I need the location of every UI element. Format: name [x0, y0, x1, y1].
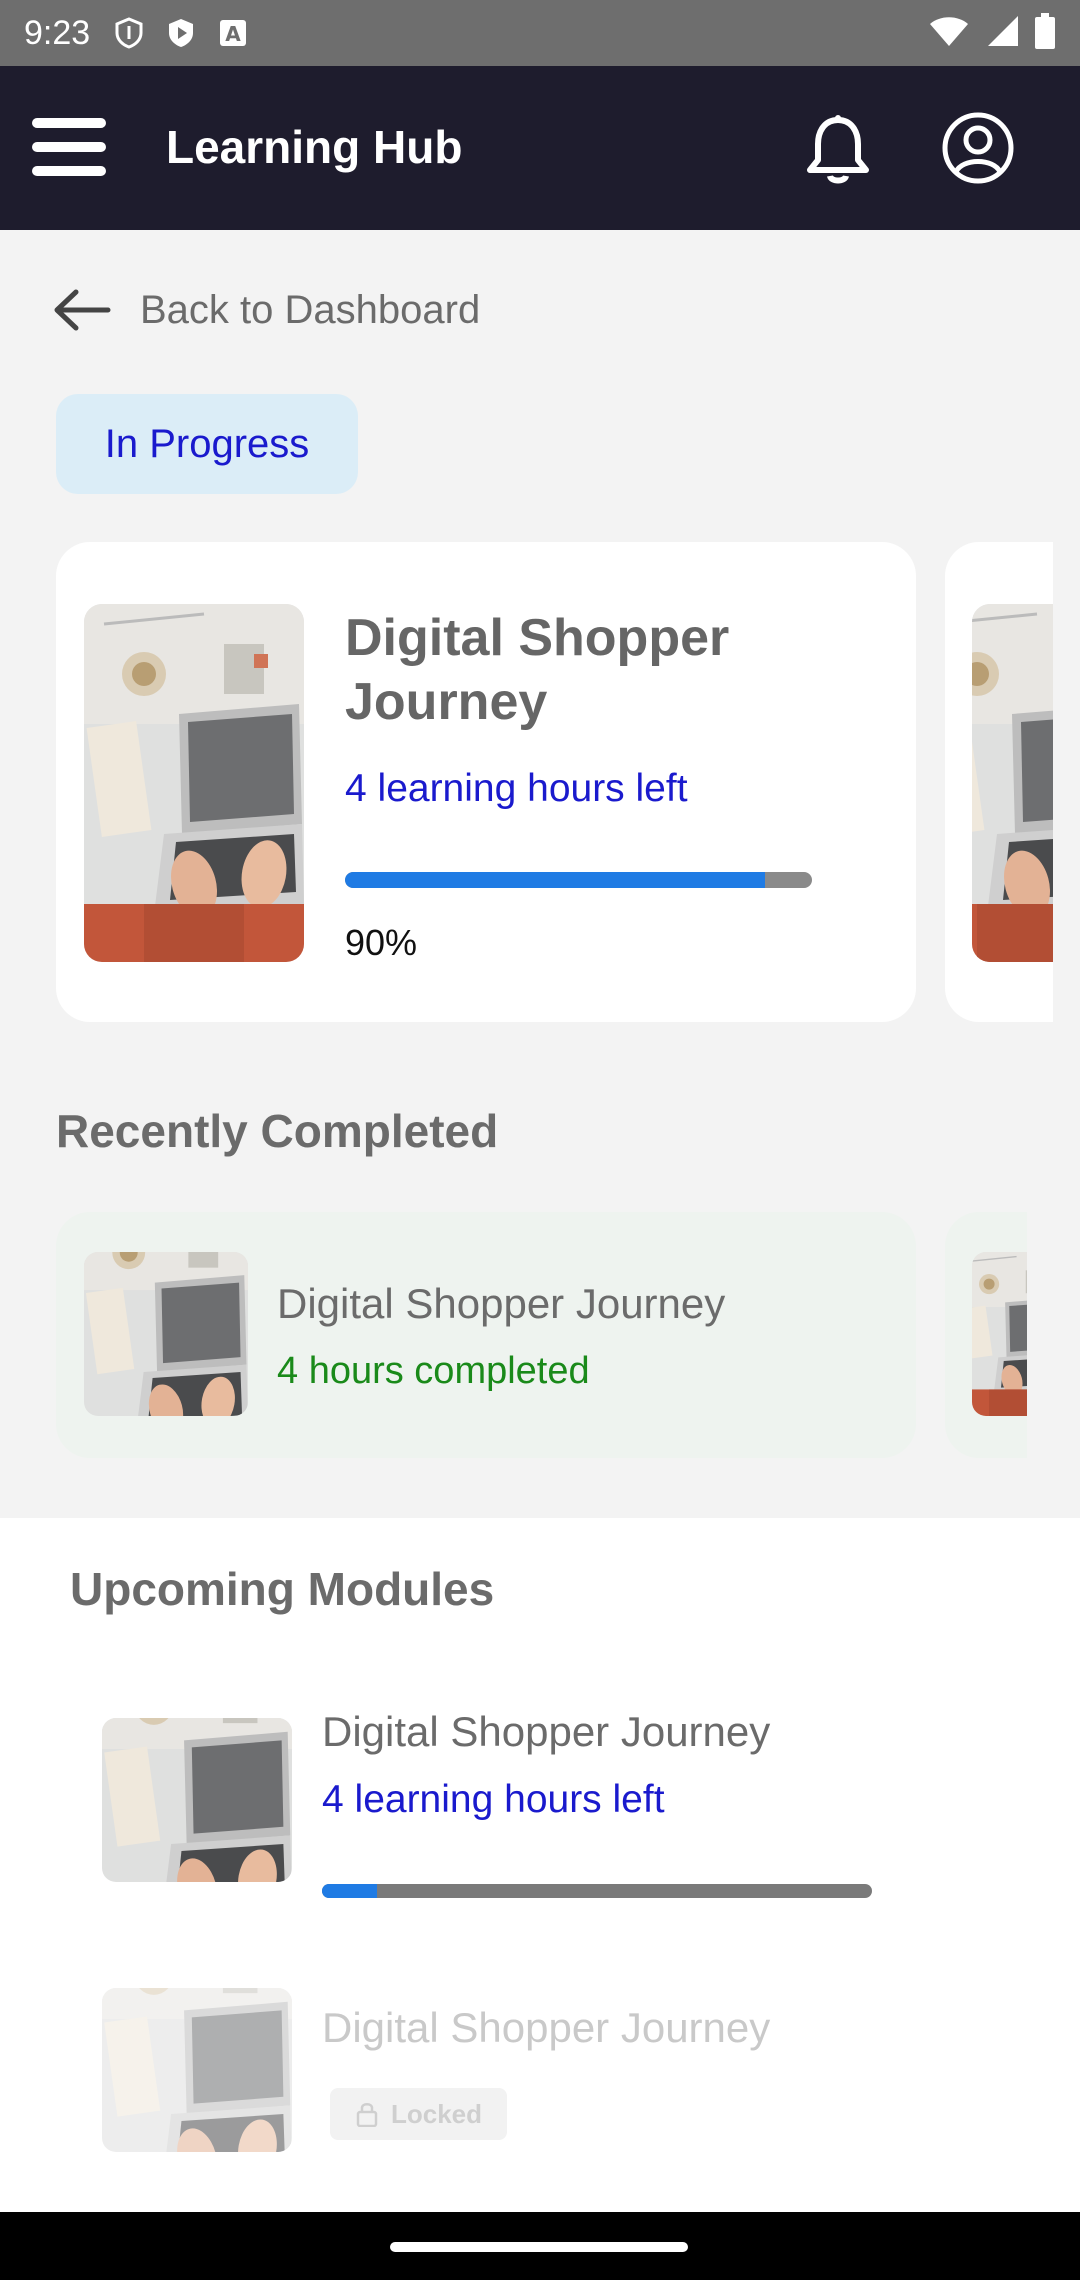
battery-icon — [1034, 12, 1056, 54]
back-to-dashboard-link[interactable]: Back to Dashboard — [52, 280, 480, 340]
hours-left: 4 learning hours left — [345, 767, 688, 810]
next-course-card-peek[interactable] — [945, 542, 1053, 1022]
navigation-bar — [0, 2212, 1080, 2280]
play-shield-icon — [164, 16, 198, 50]
next-completed-card-peek[interactable] — [945, 1212, 1027, 1458]
shield-icon — [112, 16, 146, 50]
module-progress-bar — [322, 1884, 872, 1898]
in-progress-chip[interactable]: In Progress — [56, 394, 358, 494]
profile-icon[interactable] — [940, 110, 1016, 186]
signal-icon — [984, 14, 1020, 53]
keyboard-a-icon: A — [216, 16, 250, 50]
course-thumbnail — [84, 1252, 248, 1416]
upcoming-modules-title: Upcoming Modules — [70, 1563, 495, 1615]
hours-completed: 4 hours completed — [277, 1350, 590, 1392]
home-gesture-bar[interactable] — [390, 2242, 688, 2252]
upcoming-modules-section: Upcoming Modules Digital Shopper Journey… — [0, 1518, 1080, 2212]
course-title: Digital Shopper Journey — [277, 1280, 726, 1327]
back-link-label: Back to Dashboard — [140, 287, 481, 332]
menu-icon[interactable] — [32, 118, 106, 176]
course-title: Digital Shopper Journey — [345, 609, 730, 731]
module-title: Digital Shopper Journey — [322, 1708, 771, 1755]
svg-text:A: A — [225, 22, 241, 46]
progress-percent: 90% — [345, 922, 418, 963]
status-bar: 9:23 A — [0, 0, 1080, 66]
locked-badge: Locked — [330, 2088, 507, 2140]
status-time: 9:23 — [24, 13, 91, 52]
module-thumbnail — [102, 1988, 292, 2152]
in-progress-course-card[interactable]: Digital Shopper Journey 4 learning hours… — [56, 542, 916, 1022]
wifi-icon — [928, 14, 970, 53]
back-arrow-icon — [52, 288, 112, 332]
module-hours-left: 4 learning hours left — [322, 1778, 665, 1821]
app-title: Learning Hub — [166, 121, 463, 173]
locked-label: Locked — [390, 2098, 483, 2129]
module-progress-fill — [322, 1884, 377, 1898]
progress-bar-fill — [345, 872, 766, 888]
course-thumbnail — [972, 604, 1053, 962]
progress-bar — [345, 872, 812, 888]
bell-icon[interactable] — [800, 112, 876, 188]
module-title: Digital Shopper Journey — [322, 2004, 771, 2051]
course-thumbnail — [84, 604, 304, 962]
course-thumbnail — [972, 1252, 1027, 1416]
app-bar: Learning Hub — [0, 66, 1080, 230]
completed-course-card[interactable]: Digital Shopper Journey 4 hours complete… — [56, 1212, 916, 1458]
module-thumbnail — [102, 1718, 292, 1882]
recently-completed-title: Recently Completed — [56, 1105, 499, 1157]
lock-icon — [356, 2103, 378, 2127]
